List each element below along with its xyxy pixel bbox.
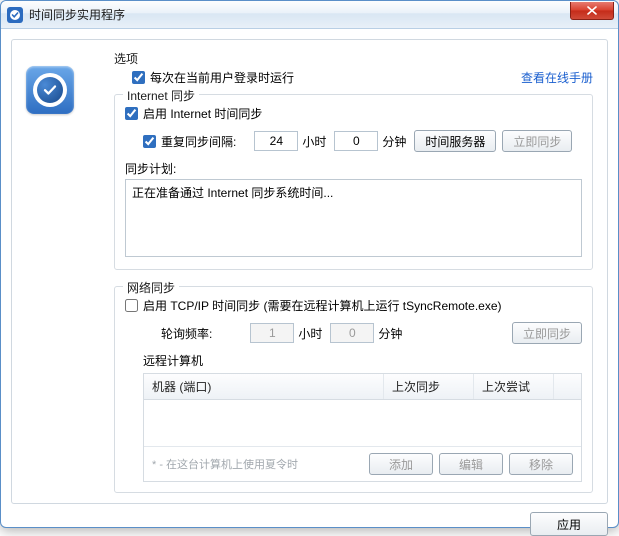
internet-sync-group: Internet 同步 启用 Internet 时间同步 重复同步间隔: 小时 … [114, 94, 593, 270]
network-sync-section: 网络同步 启用 TCP/IP 时间同步 (需要在远程计算机上运行 tSyncRe… [114, 286, 593, 493]
internet-sync-legend: Internet 同步 [123, 87, 199, 104]
run-on-login-label: 每次在当前用户登录时运行 [150, 69, 294, 86]
enable-tcpip-sync-label: 启用 TCP/IP 时间同步 (需要在远程计算机上运行 tSyncRemote.… [143, 297, 502, 314]
remote-computers-table: 机器 (端口) 上次同步 上次尝试 * - 在这台计算机上使用夏令时 添加 编辑… [143, 373, 582, 482]
edit-button[interactable]: 编辑 [439, 453, 503, 475]
enable-tcpip-sync-checkbox[interactable] [125, 299, 138, 312]
client-area: 选项 每次在当前用户登录时运行 查看在线手册 Internet 同步 启用 In… [1, 29, 618, 527]
network-minutes-input[interactable] [330, 323, 374, 343]
table-header: 机器 (端口) 上次同步 上次尝试 [144, 374, 581, 400]
hours-unit: 小时 [302, 133, 326, 150]
app-icon [26, 66, 74, 114]
online-manual-link[interactable]: 查看在线手册 [521, 69, 593, 86]
table-footer: * - 在这台计算机上使用夏令时 添加 编辑 移除 [144, 446, 581, 481]
network-sync-now-button[interactable]: 立即同步 [512, 322, 582, 344]
time-server-button[interactable]: 时间服务器 [414, 130, 496, 152]
col-last-sync[interactable]: 上次同步 [384, 374, 474, 399]
poll-frequency-label: 轮询频率: [161, 325, 212, 342]
sync-plan-label: 同步计划: [125, 160, 582, 177]
repeat-interval-checkbox[interactable] [143, 135, 156, 148]
internet-hours-input[interactable] [254, 131, 298, 151]
remove-button[interactable]: 移除 [509, 453, 573, 475]
net-hours-unit: 小时 [298, 325, 322, 342]
remote-computers-label: 远程计算机 [143, 352, 582, 369]
sync-plan-box: 正在准备通过 Internet 同步系统时间... [125, 179, 582, 257]
network-hours-input[interactable] [250, 323, 294, 343]
enable-internet-sync-label: 启用 Internet 时间同步 [143, 105, 262, 122]
col-machine[interactable]: 机器 (端口) [144, 374, 384, 399]
apply-button[interactable]: 应用 [530, 512, 608, 536]
app-title-icon [7, 7, 23, 23]
inner-panel: 选项 每次在当前用户登录时运行 查看在线手册 Internet 同步 启用 In… [11, 39, 608, 504]
close-button[interactable] [570, 2, 614, 20]
options-label: 选项 [114, 50, 593, 67]
repeat-interval-label: 重复同步间隔: [161, 133, 236, 150]
internet-sync-now-button[interactable]: 立即同步 [502, 130, 572, 152]
minutes-unit: 分钟 [382, 133, 406, 150]
titlebar[interactable]: 时间同步实用程序 [1, 1, 618, 29]
internet-minutes-input[interactable] [334, 131, 378, 151]
table-body[interactable] [144, 400, 581, 446]
net-minutes-unit: 分钟 [378, 325, 402, 342]
network-sync-group: 网络同步 启用 TCP/IP 时间同步 (需要在远程计算机上运行 tSyncRe… [114, 286, 593, 493]
col-last-attempt[interactable]: 上次尝试 [474, 374, 554, 399]
enable-internet-sync-checkbox[interactable] [125, 107, 138, 120]
dialog-window: 时间同步实用程序 选项 每次在当前用户登录时运行 查看在线手册 [0, 0, 619, 528]
window-title: 时间同步实用程序 [29, 6, 125, 23]
dst-note: * - 在这台计算机上使用夏令时 [152, 456, 298, 472]
network-sync-legend: 网络同步 [123, 279, 179, 296]
col-spacer [554, 374, 581, 399]
run-on-login-checkbox[interactable] [132, 71, 145, 84]
add-button[interactable]: 添加 [369, 453, 433, 475]
sync-plan-text: 正在准备通过 Internet 同步系统时间... [132, 186, 333, 200]
dialog-footer: 应用 [11, 504, 608, 536]
options-section: 选项 每次在当前用户登录时运行 查看在线手册 Internet 同步 启用 In… [114, 50, 593, 270]
